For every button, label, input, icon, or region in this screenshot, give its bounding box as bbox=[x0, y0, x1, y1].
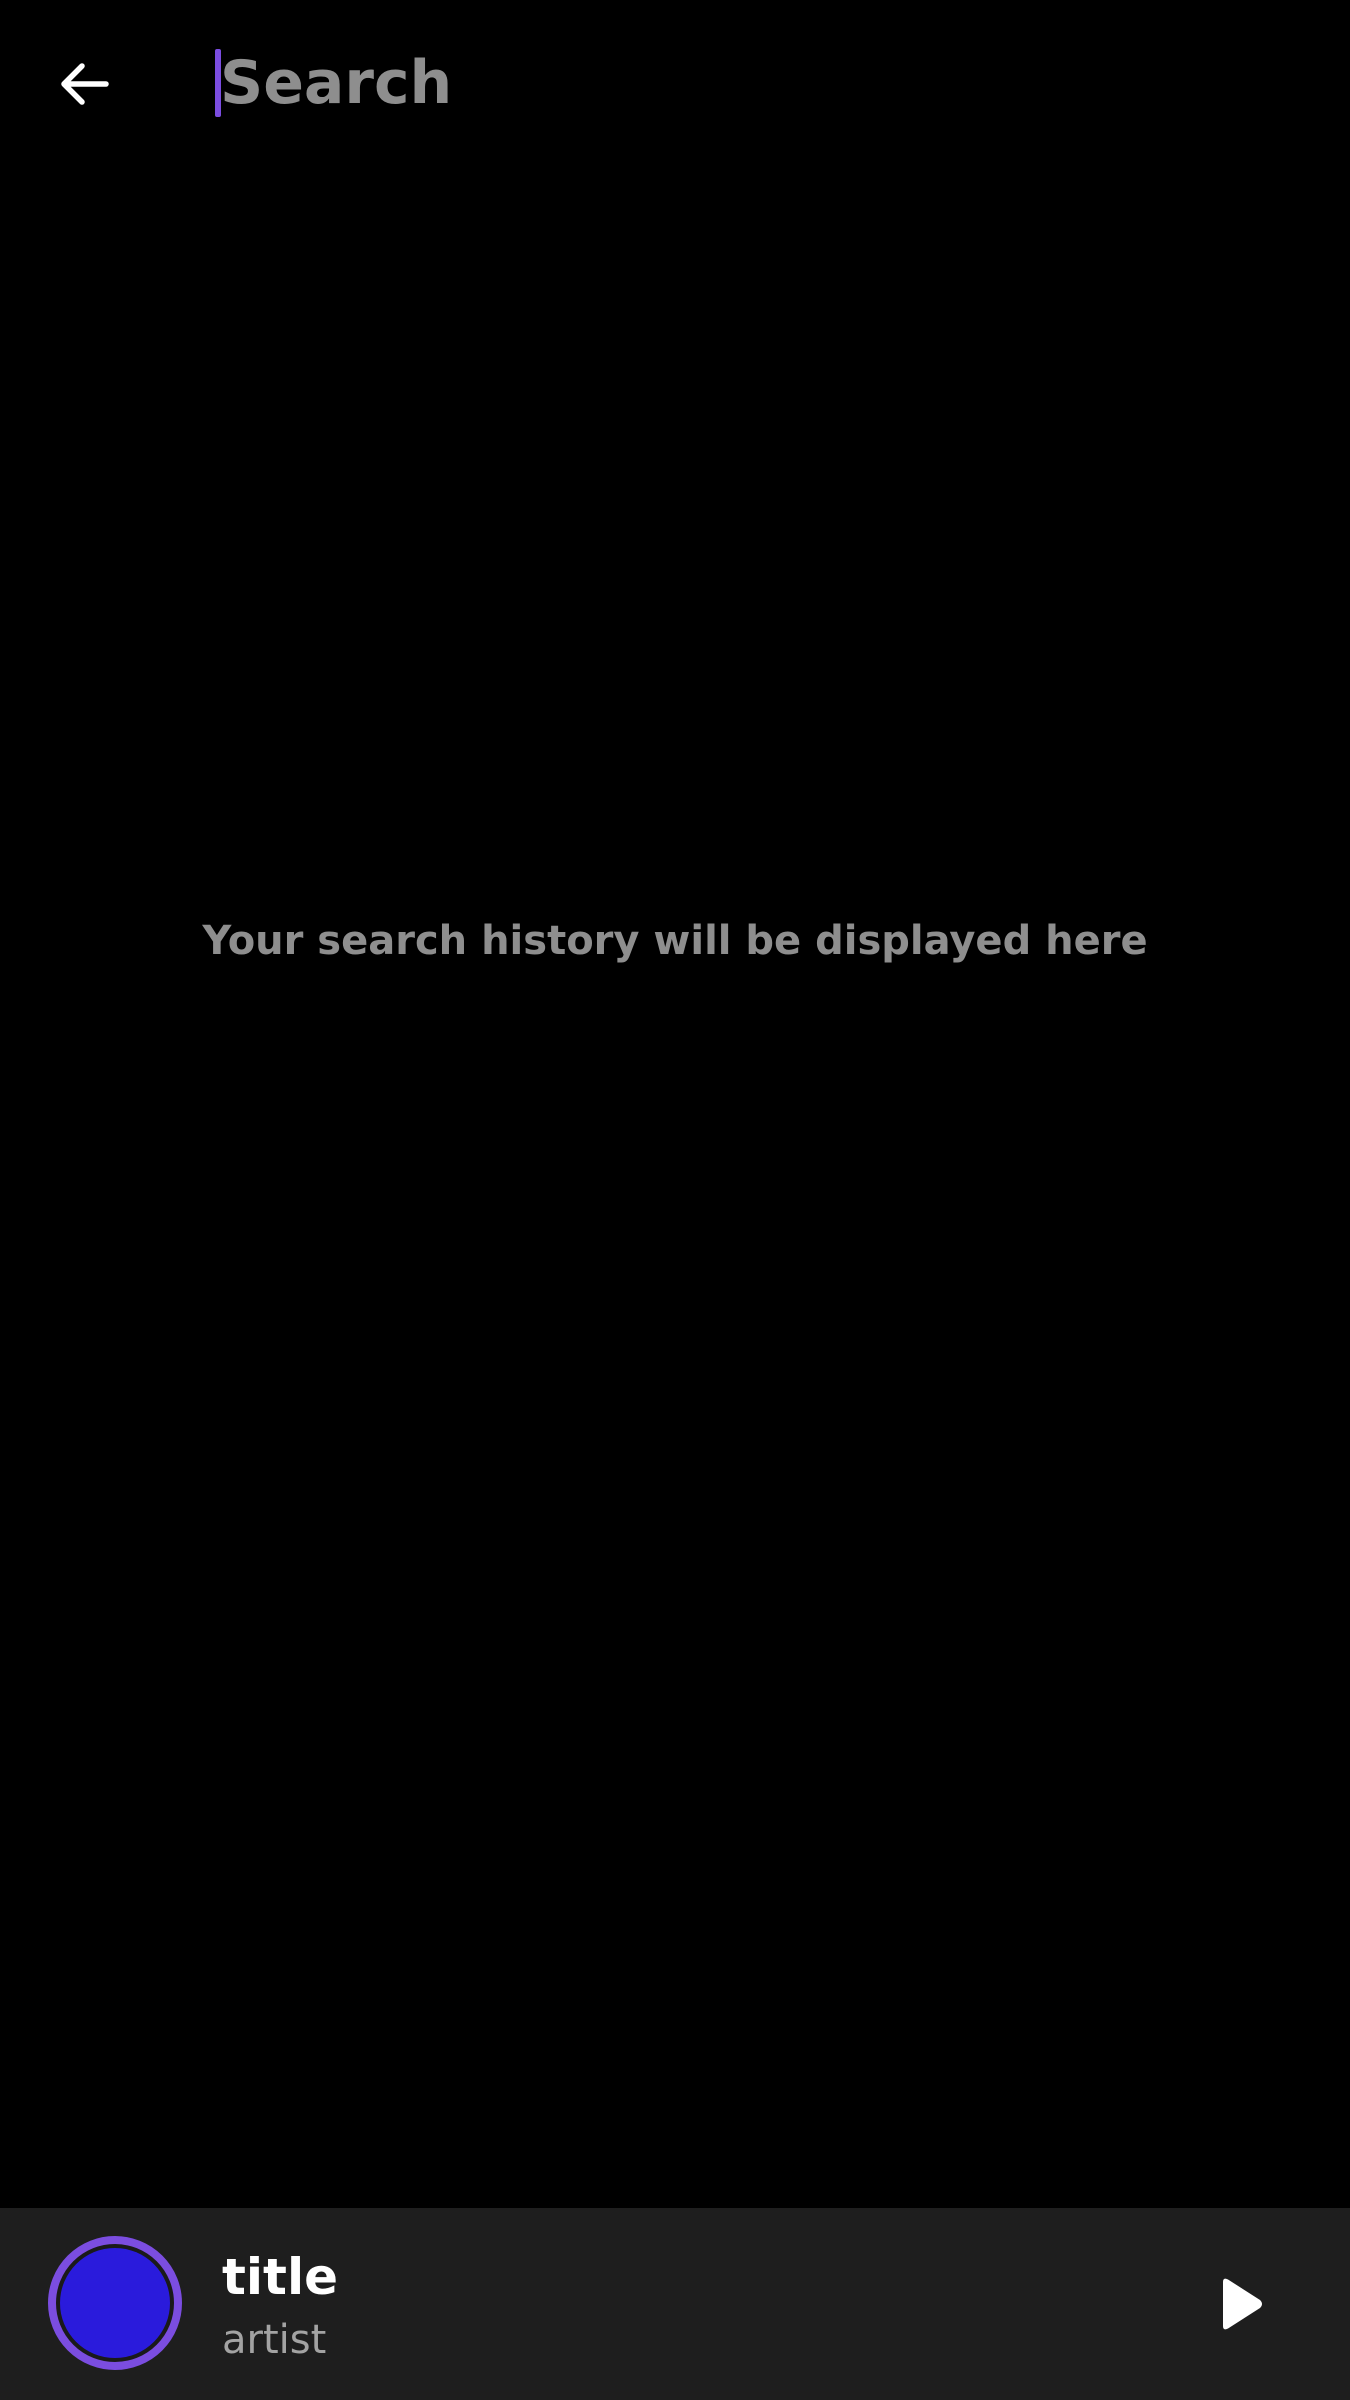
back-button[interactable] bbox=[44, 44, 124, 124]
track-artist: artist bbox=[222, 2317, 327, 2363]
arrow-back-icon bbox=[61, 63, 109, 105]
search-history-empty-message: Your search history will be displayed he… bbox=[202, 918, 1148, 964]
album-cover[interactable] bbox=[48, 2236, 182, 2370]
search-input[interactable] bbox=[216, 40, 1300, 126]
play-button[interactable] bbox=[1190, 2254, 1290, 2354]
mini-player[interactable]: title artist bbox=[0, 2208, 1350, 2400]
album-cover-art bbox=[60, 2248, 170, 2358]
top-bar bbox=[0, 0, 1350, 170]
track-title: title bbox=[222, 2248, 338, 2306]
play-icon bbox=[1223, 2278, 1262, 2330]
